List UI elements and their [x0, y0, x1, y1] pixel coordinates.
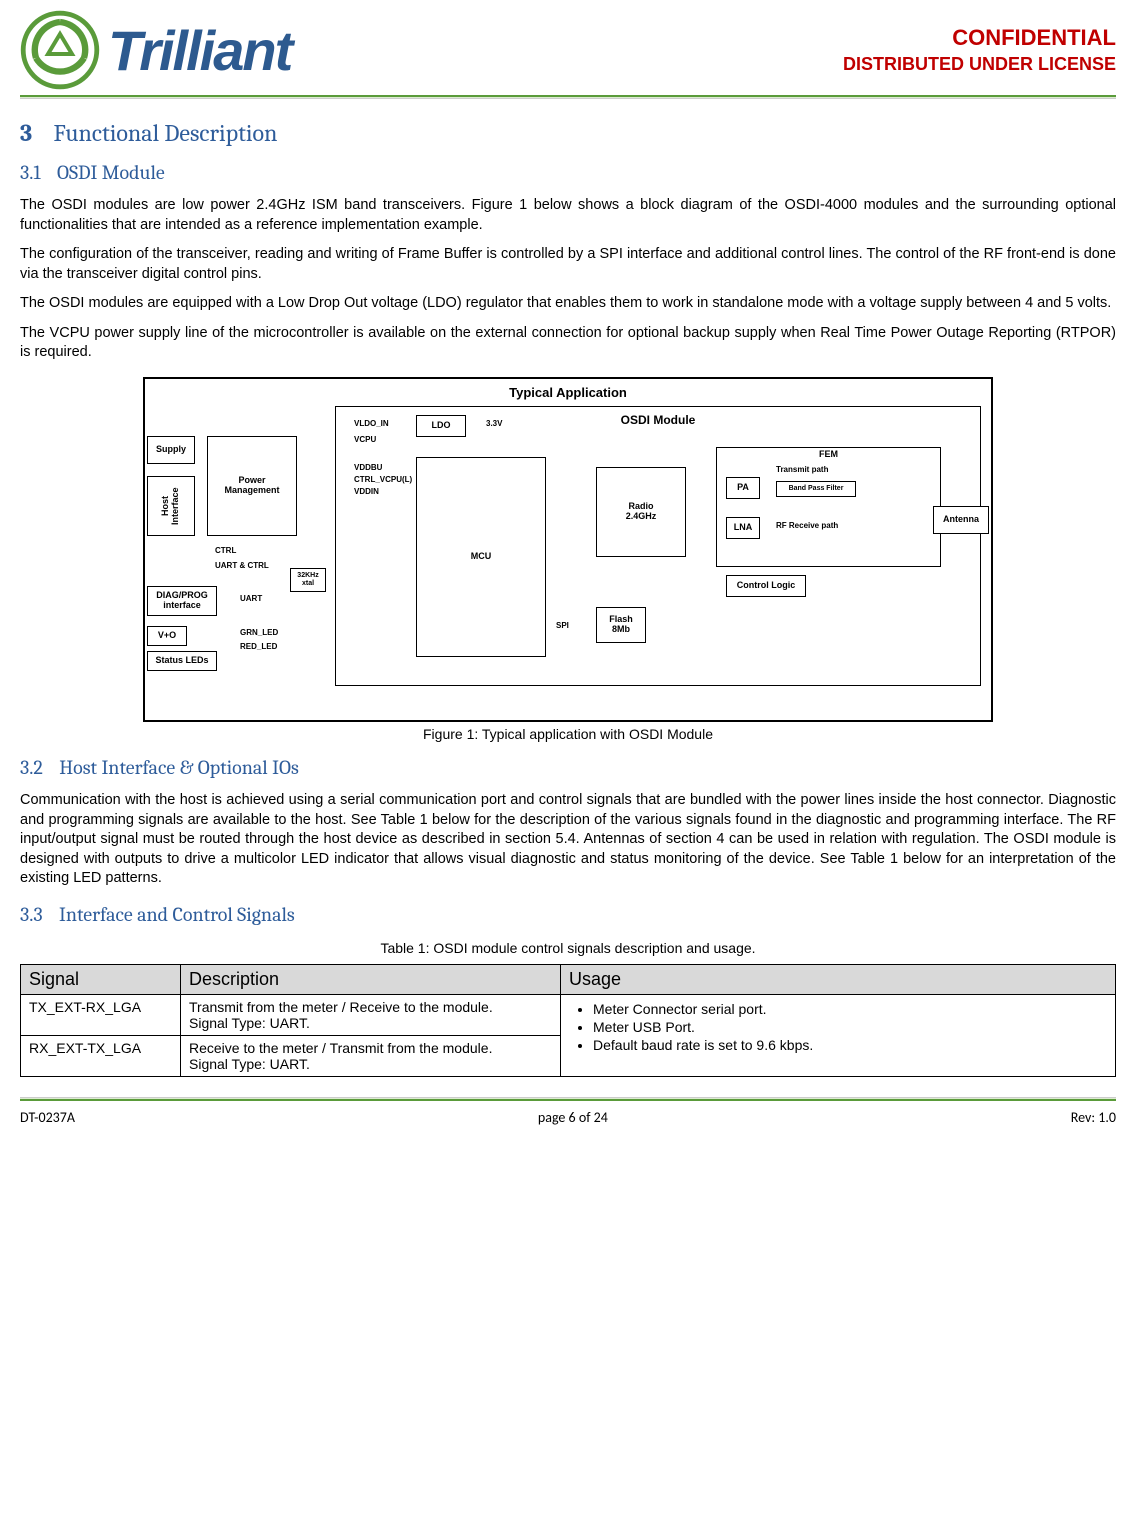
usage-bullet-1: Meter USB Port. — [593, 1019, 1107, 1035]
cell-desc-0: Transmit from the meter / Receive to the… — [181, 994, 561, 1035]
block-control-logic: Control Logic — [726, 575, 806, 597]
block-antenna: Antenna — [933, 506, 989, 534]
para-3-1-2: The configuration of the transceiver, re… — [20, 245, 1116, 284]
block-vplus: V+O — [147, 626, 187, 646]
th-usage: Usage — [561, 964, 1116, 994]
section-3-3-num: 3.3 — [20, 903, 43, 926]
label-spi: SPI — [556, 621, 569, 630]
section-3-2-heading: 3.2 Host Interface & Optional IOs — [20, 756, 1116, 779]
block-diag-prog: DIAG/PROG interface — [147, 586, 217, 616]
cell-signal-1: RX_EXT-TX_LGA — [21, 1035, 181, 1076]
section-3-2-title: Host Interface & Optional IOs — [59, 756, 299, 779]
table-1: Signal Description Usage TX_EXT-RX_LGA T… — [20, 964, 1116, 1077]
footer-left: DT-0237A — [20, 1109, 75, 1126]
section-3-3-heading: 3.3 Interface and Control Signals — [20, 903, 1116, 926]
logo: Trilliant — [20, 10, 291, 90]
label-red-led: RED_LED — [240, 642, 277, 651]
usage-bullet-2: Default baud rate is set to 9.6 kbps. — [593, 1037, 1107, 1053]
block-lna: LNA — [726, 517, 760, 539]
section-3-heading: 3 Functional Description — [20, 119, 1116, 147]
section-3-1-num: 3.1 — [20, 161, 41, 184]
logo-text: Trilliant — [108, 18, 291, 83]
label-tx-path: Transmit path — [776, 465, 828, 474]
cell-desc-1: Receive to the meter / Transmit from the… — [181, 1035, 561, 1076]
footer-center: page 6 of 24 — [538, 1109, 608, 1126]
label-grn-led: GRN_LED — [240, 628, 278, 637]
block-flash: Flash 8Mb — [596, 607, 646, 643]
figure-1: Typical Application Supply Host Interfac… — [20, 377, 1116, 742]
section-3-3-title: Interface and Control Signals — [59, 903, 295, 926]
table-1-caption: Table 1: OSDI module control signals des… — [20, 940, 1116, 956]
classification-header: CONFIDENTIAL DISTRIBUTED UNDER LICENSE — [843, 24, 1116, 76]
label-vcpu: VCPU — [354, 435, 376, 444]
classification-line1: CONFIDENTIAL — [843, 24, 1116, 53]
footer-rule — [20, 1097, 1116, 1101]
section-3-1-title: OSDI Module — [57, 161, 165, 184]
block-pa: PA — [726, 477, 760, 499]
label-ctrl: CTRL — [215, 546, 236, 555]
figure-1-outer-title: Typical Application — [155, 385, 981, 400]
label-3v3: 3.3V — [486, 419, 502, 428]
label-vldo-in: VLDO_IN — [354, 419, 389, 428]
label-vddin: VDDIN — [354, 487, 379, 496]
block-supply: Supply — [147, 436, 195, 464]
para-3-2-1: Communication with the host is achieved … — [20, 791, 1116, 889]
th-signal: Signal — [21, 964, 181, 994]
para-3-1-3: The OSDI modules are equipped with a Low… — [20, 294, 1116, 314]
block-host-interface: Host Interface — [147, 476, 195, 536]
fem-label: FEM — [717, 450, 940, 460]
label-rx-path: RF Receive path — [776, 521, 838, 530]
usage-bullet-0: Meter Connector serial port. — [593, 1001, 1107, 1017]
trilliant-logo-icon — [20, 10, 100, 90]
figure-1-caption: Figure 1: Typical application with OSDI … — [20, 726, 1116, 742]
para-3-1-4: The VCPU power supply line of the microc… — [20, 324, 1116, 363]
para-3-1-1: The OSDI modules are low power 2.4GHz IS… — [20, 196, 1116, 235]
cell-usage: Meter Connector serial port. Meter USB P… — [561, 994, 1116, 1076]
classification-line2: DISTRIBUTED UNDER LICENSE — [843, 53, 1116, 76]
table-row: TX_EXT-RX_LGA Transmit from the meter / … — [21, 994, 1116, 1035]
block-bpf: Band Pass Filter — [776, 481, 856, 497]
page-footer: DT-0237A page 6 of 24 Rev: 1.0 — [20, 1109, 1116, 1126]
th-description: Description — [181, 964, 561, 994]
block-ldo: LDO — [416, 415, 466, 437]
block-radio: Radio 2.4GHz — [596, 467, 686, 557]
section-3-2-num: 3.2 — [20, 756, 43, 779]
block-status-leds: Status LEDs — [147, 651, 217, 671]
label-vddbu: VDDBU — [354, 463, 382, 472]
section-3-title: Functional Description — [53, 119, 277, 147]
header-rule — [20, 95, 1116, 99]
block-power-management: Power Management — [207, 436, 297, 536]
section-3-1-heading: 3.1 OSDI Module — [20, 161, 1116, 184]
label-uart: UART — [240, 594, 262, 603]
section-3-num: 3 — [20, 119, 32, 147]
label-ctrl-vcpu: CTRL_VCPU(L) — [354, 475, 412, 484]
block-xtal: 32KHz xtal — [290, 568, 326, 592]
block-fem-group: FEM — [716, 447, 941, 567]
footer-right: Rev: 1.0 — [1071, 1109, 1116, 1126]
block-mcu: MCU — [416, 457, 546, 657]
cell-signal-0: TX_EXT-RX_LGA — [21, 994, 181, 1035]
label-uart-ctrl: UART & CTRL — [215, 561, 269, 570]
